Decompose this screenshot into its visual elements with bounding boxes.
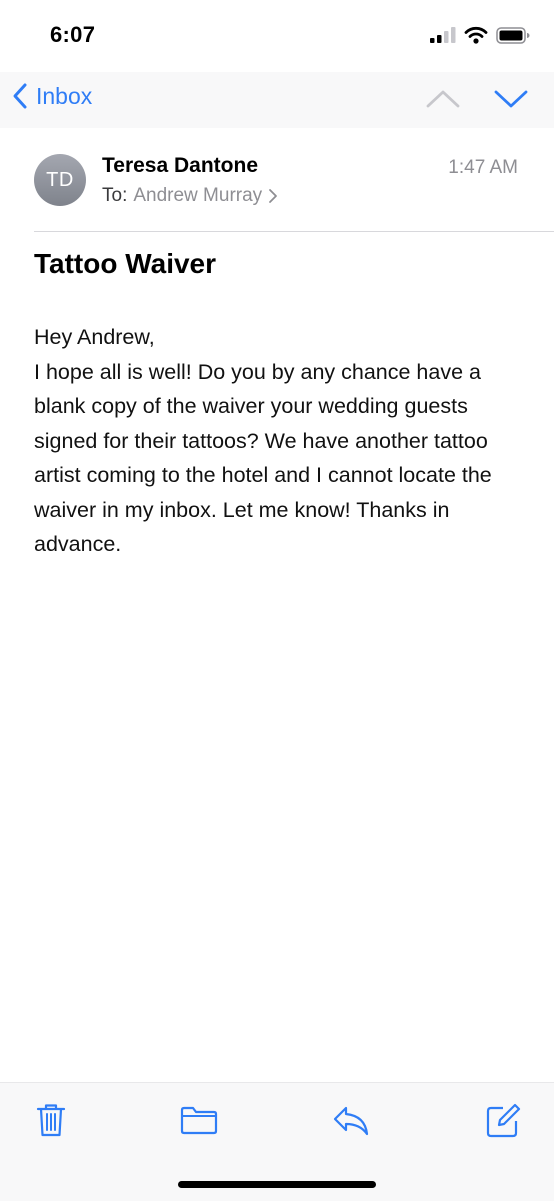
trash-icon[interactable] (36, 1102, 66, 1138)
wifi-icon (464, 26, 488, 44)
signal-icon (430, 27, 456, 43)
navigation-bar: Inbox (0, 72, 554, 128)
message-body: Hey Andrew, I hope all is well! Do you b… (34, 325, 492, 556)
sender-name[interactable]: Teresa Dantone (102, 154, 258, 178)
message-header: TD Teresa Dantone To: Andrew Murray 1:47… (0, 130, 554, 232)
to-label: To: (102, 185, 128, 206)
chevron-down-icon[interactable] (494, 84, 528, 114)
header-divider (34, 231, 554, 232)
reply-icon[interactable] (332, 1105, 370, 1137)
back-to-inbox-button[interactable]: Inbox (12, 82, 92, 110)
home-indicator[interactable] (178, 1181, 376, 1188)
battery-icon (496, 26, 530, 44)
chevron-up-icon[interactable] (426, 84, 460, 114)
folder-icon[interactable] (180, 1105, 218, 1135)
avatar-initials: TD (46, 168, 74, 191)
sent-time: 1:47 AM (448, 157, 518, 178)
recipient-name[interactable]: Andrew Murray (133, 185, 262, 207)
status-icons (430, 26, 530, 44)
recipient-line: To: Andrew Murray (102, 185, 278, 207)
message-subject: Tattoo Waiver (34, 248, 217, 279)
avatar[interactable]: TD (34, 154, 86, 206)
chevron-left-icon (13, 83, 27, 109)
back-label: Inbox (36, 82, 93, 109)
compose-icon[interactable] (485, 1103, 521, 1139)
status-bar: 6:07 (0, 0, 554, 72)
chevron-right-icon[interactable] (268, 188, 278, 204)
status-time: 6:07 (50, 22, 96, 47)
